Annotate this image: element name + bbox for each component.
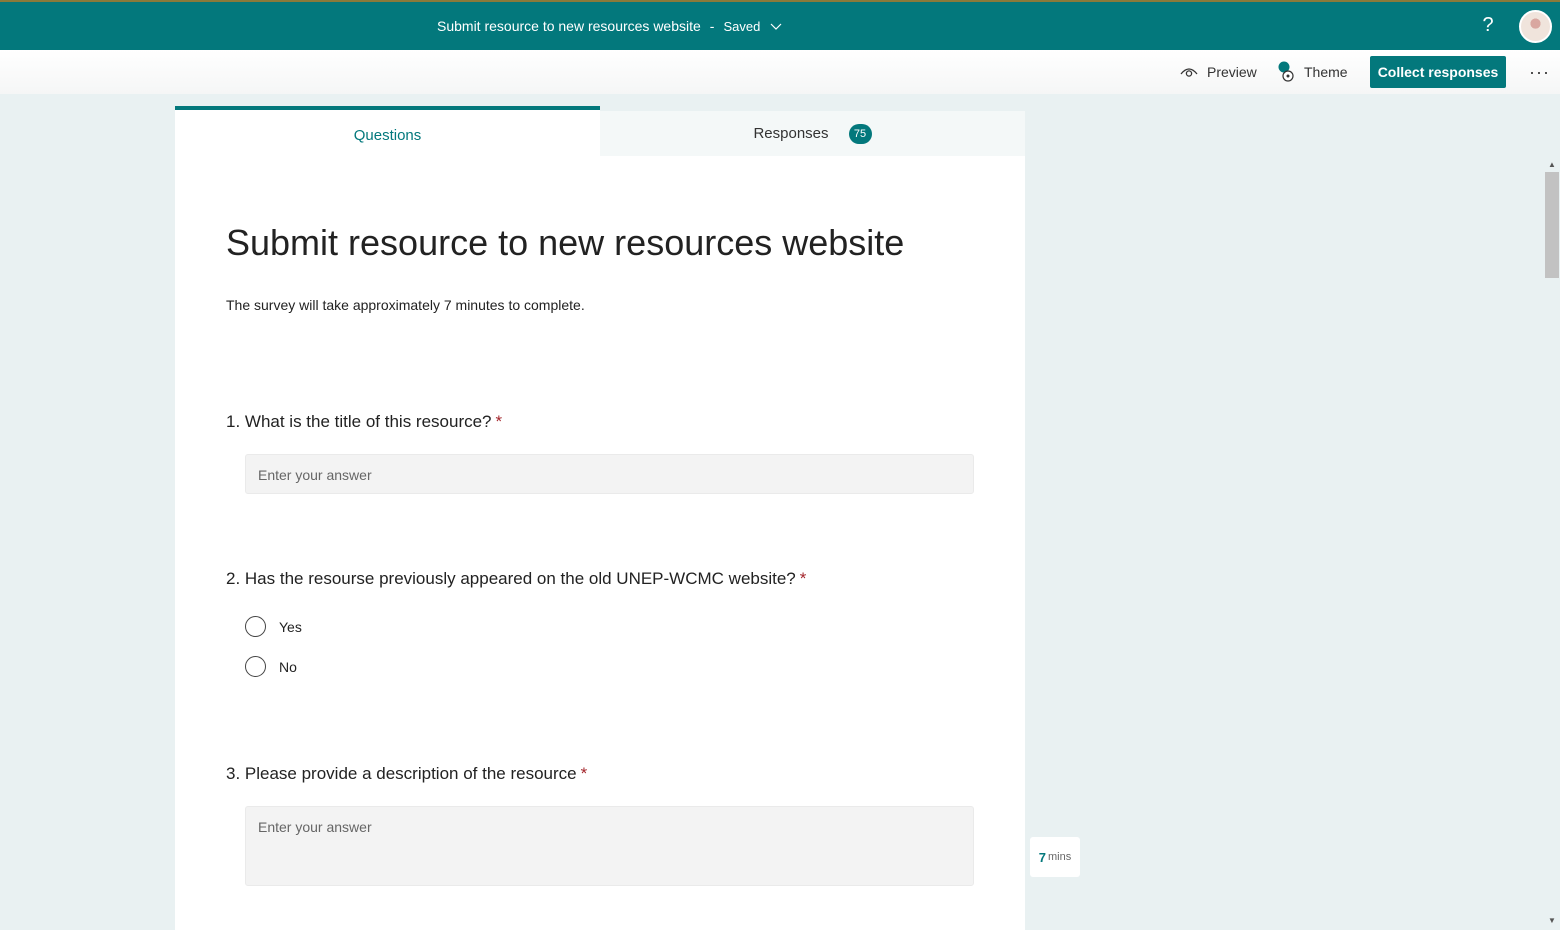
- title-separator: -: [709, 18, 715, 34]
- time-estimate-value: 7: [1038, 849, 1046, 865]
- question-1-text: 1. What is the title of this resource?: [226, 412, 492, 431]
- scroll-up-arrow-icon[interactable]: ▲: [1547, 160, 1557, 170]
- preview-label: Preview: [1207, 64, 1257, 80]
- time-estimate-badge: 7 mins: [1030, 837, 1080, 877]
- question-3-title[interactable]: 3. Please provide a description of the r…: [226, 764, 587, 784]
- command-bar: Preview Theme Collect responses ···: [0, 50, 1560, 94]
- question-1-title[interactable]: 1. What is the title of this resource? *: [226, 412, 502, 432]
- top-bar: Submit resource to new resources website…: [0, 0, 1560, 50]
- option-yes-label: Yes: [279, 618, 302, 635]
- header-form-title: Submit resource to new resources website: [437, 18, 701, 34]
- question-3-answer-field[interactable]: Enter your answer: [245, 806, 974, 886]
- collect-responses-button[interactable]: Collect responses: [1370, 56, 1506, 88]
- form-description[interactable]: The survey will take approximately 7 min…: [226, 297, 585, 313]
- tab-questions[interactable]: Questions: [175, 106, 600, 156]
- help-button[interactable]: ?: [1479, 14, 1497, 38]
- scrollbar-thumb[interactable]: [1545, 172, 1559, 278]
- option-no[interactable]: No: [245, 656, 297, 677]
- tab-questions-label: Questions: [353, 126, 422, 144]
- page-title[interactable]: Submit resource to new resources website: [226, 222, 904, 264]
- option-yes[interactable]: Yes: [245, 616, 302, 637]
- save-status: Saved: [723, 18, 761, 34]
- preview-button[interactable]: Preview: [1180, 50, 1257, 94]
- responses-count-badge: 75: [848, 123, 872, 144]
- form-title-dropdown[interactable]: Submit resource to new resources website…: [437, 18, 782, 34]
- eye-icon: [1180, 68, 1198, 77]
- required-marker: *: [799, 569, 807, 588]
- required-marker: *: [580, 764, 588, 783]
- tab-responses[interactable]: Responses 75: [600, 111, 1025, 156]
- tab-responses-label: Responses: [753, 125, 829, 142]
- question-2-text: 2. Has the resourse previously appeared …: [226, 569, 796, 588]
- question-1-answer-field[interactable]: Enter your answer: [245, 454, 974, 494]
- palette-icon: [1278, 61, 1294, 82]
- time-estimate-unit: mins: [1048, 851, 1072, 863]
- more-options-button[interactable]: ···: [1529, 62, 1550, 83]
- tab-bar: Questions Responses 75: [175, 106, 1025, 156]
- question-3-text: 3. Please provide a description of the r…: [226, 764, 577, 783]
- option-no-label: No: [279, 658, 297, 675]
- question-2-title[interactable]: 2. Has the resourse previously appeared …: [226, 569, 806, 589]
- required-marker: *: [495, 412, 503, 431]
- chevron-down-icon: [770, 23, 782, 30]
- form-card: Submit resource to new resources website…: [175, 156, 1025, 930]
- theme-label: Theme: [1304, 64, 1348, 80]
- theme-button[interactable]: Theme: [1277, 50, 1348, 94]
- radio-button[interactable]: [245, 656, 266, 677]
- scroll-down-arrow-icon[interactable]: ▼: [1547, 916, 1557, 926]
- radio-button[interactable]: [245, 616, 266, 637]
- avatar[interactable]: [1519, 10, 1552, 43]
